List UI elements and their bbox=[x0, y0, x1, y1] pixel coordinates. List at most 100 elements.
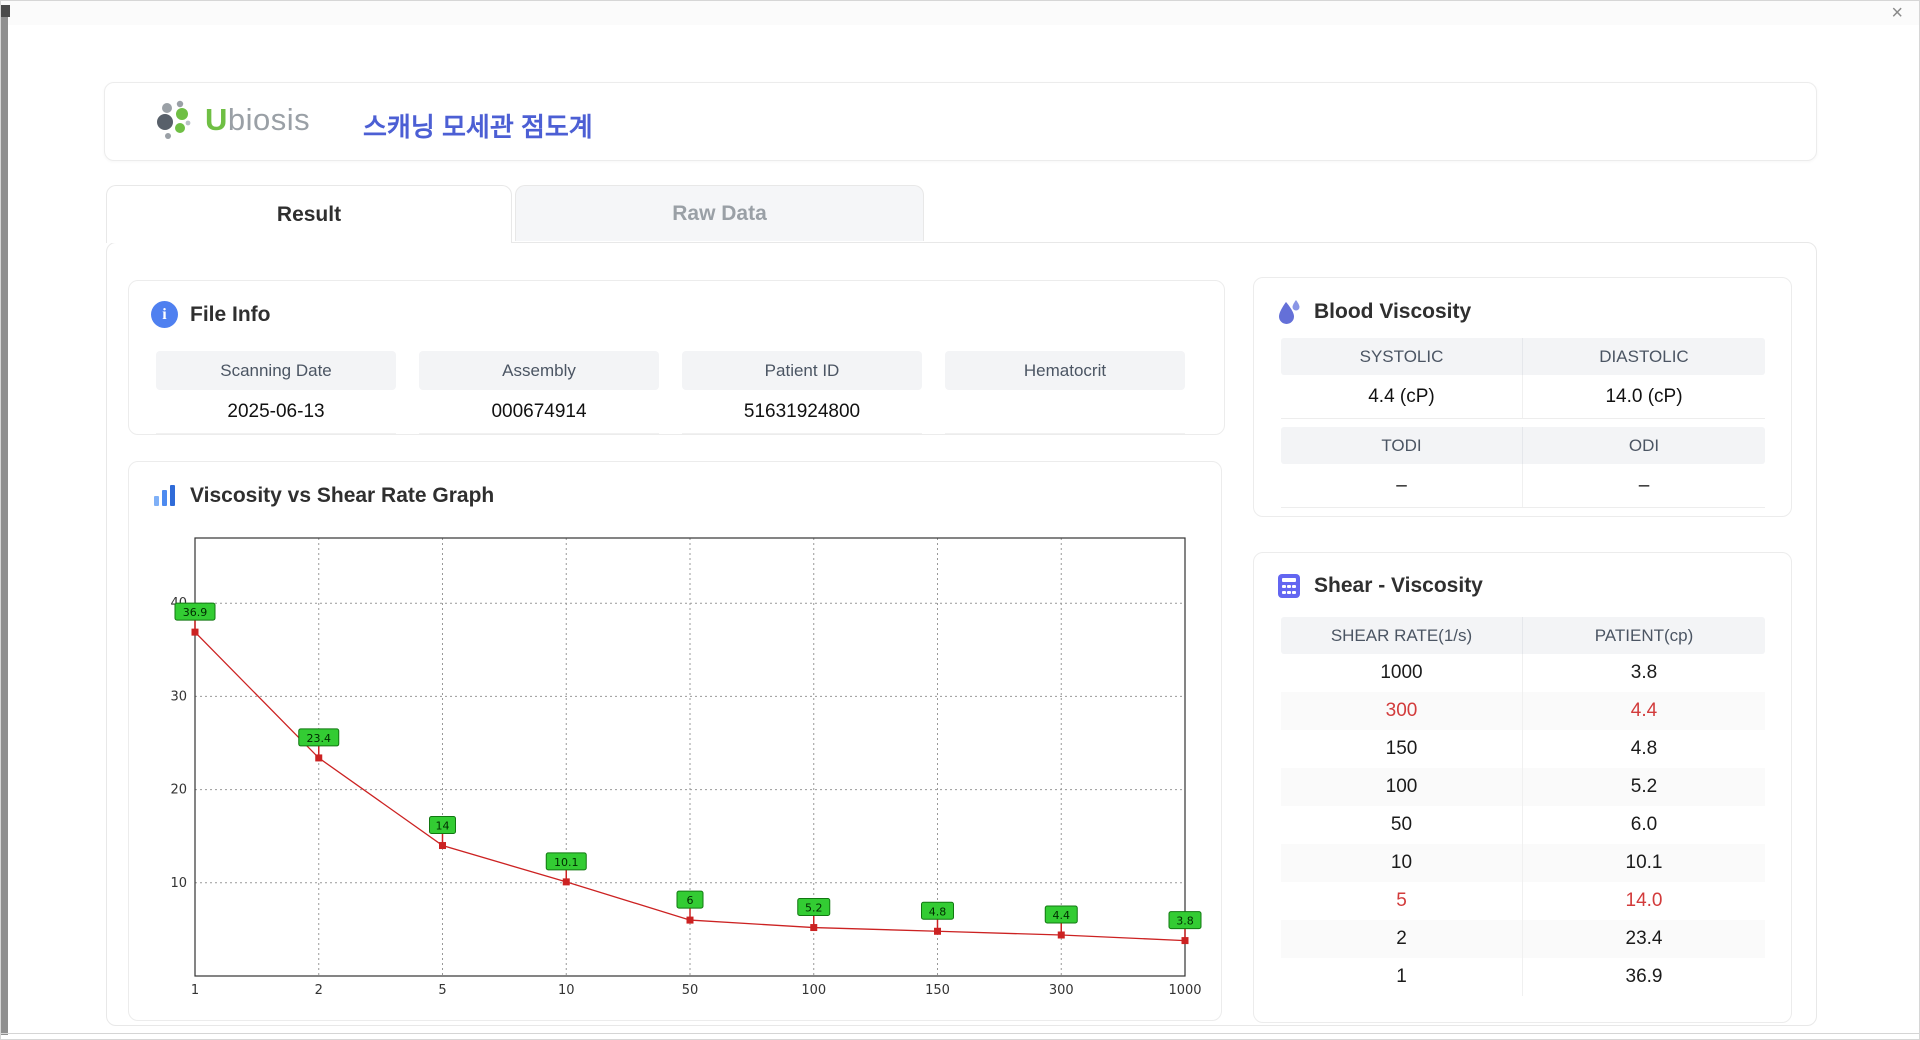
patient-cell: 4.8 bbox=[1523, 730, 1765, 768]
file-info-title: File Info bbox=[190, 303, 271, 327]
shear-rate-column-header: SHEAR RATE(1/s) bbox=[1281, 617, 1523, 654]
shear-rate-cell: 1000 bbox=[1281, 654, 1523, 692]
logo-rest: biosis bbox=[228, 102, 310, 137]
result-panel: i File Info Scanning Date 2025-06-13 Ass… bbox=[106, 242, 1817, 1026]
systolic-header: SYSTOLIC bbox=[1281, 338, 1523, 375]
blood-viscosity-card: Blood Viscosity SYSTOLIC DIASTOLIC 4.4 (… bbox=[1253, 277, 1792, 517]
svg-text:10.1: 10.1 bbox=[554, 856, 579, 869]
tab-result[interactable]: Result bbox=[106, 185, 512, 243]
svg-text:1000: 1000 bbox=[1168, 983, 1201, 998]
svg-text:50: 50 bbox=[682, 983, 699, 998]
window-bottom-edge bbox=[1, 1033, 1919, 1034]
tab-raw-data[interactable]: Raw Data bbox=[515, 185, 924, 241]
svg-text:100: 100 bbox=[801, 983, 826, 998]
table-row: 506.0 bbox=[1281, 806, 1765, 844]
odi-header: ODI bbox=[1523, 427, 1765, 464]
logo-u: U bbox=[205, 102, 228, 137]
patient-column-header: PATIENT(cp) bbox=[1523, 617, 1765, 654]
field-value bbox=[945, 390, 1185, 434]
patient-cell: 6.0 bbox=[1523, 806, 1765, 844]
shear-rate-cell: 100 bbox=[1281, 768, 1523, 806]
svg-text:10: 10 bbox=[170, 876, 187, 891]
shear-viscosity-title: Shear - Viscosity bbox=[1314, 574, 1483, 598]
shear-rate-cell: 300 bbox=[1281, 692, 1523, 730]
svg-text:6: 6 bbox=[687, 894, 694, 907]
calculator-icon bbox=[1276, 573, 1302, 599]
table-row: 1005.2 bbox=[1281, 768, 1765, 806]
bar-chart-icon bbox=[151, 482, 178, 509]
odi-value: – bbox=[1523, 464, 1765, 507]
svg-text:20: 20 bbox=[170, 783, 187, 798]
shear-rate-cell: 1 bbox=[1281, 958, 1523, 996]
window-corner-notch bbox=[1, 5, 10, 17]
field-scanning-date: Scanning Date 2025-06-13 bbox=[156, 351, 396, 434]
svg-text:5: 5 bbox=[438, 983, 446, 998]
blood-viscosity-table: SYSTOLIC DIASTOLIC 4.4 (cP) 14.0 (cP) TO… bbox=[1281, 338, 1765, 508]
window-titlebar bbox=[1, 1, 1919, 25]
shear-rate-cell: 10 bbox=[1281, 844, 1523, 882]
info-icon: i bbox=[151, 301, 178, 328]
patient-cell: 3.8 bbox=[1523, 654, 1765, 692]
graph-title: Viscosity vs Shear Rate Graph bbox=[190, 484, 494, 508]
svg-text:23.4: 23.4 bbox=[307, 732, 332, 745]
droplet-icon bbox=[1276, 298, 1302, 326]
logo-text: Ubiosis bbox=[205, 102, 310, 138]
table-row: 3004.4 bbox=[1281, 692, 1765, 730]
shear-table-body: 10003.83004.41504.81005.2506.01010.1514.… bbox=[1281, 654, 1765, 996]
table-row: 223.4 bbox=[1281, 920, 1765, 958]
svg-text:1: 1 bbox=[191, 983, 199, 998]
shear-viscosity-card: Shear - Viscosity SHEAR RATE(1/s) PATIEN… bbox=[1253, 552, 1792, 1023]
svg-text:2: 2 bbox=[315, 983, 323, 998]
todi-value: – bbox=[1281, 464, 1523, 507]
diastolic-header: DIASTOLIC bbox=[1523, 338, 1765, 375]
shear-viscosity-table: SHEAR RATE(1/s) PATIENT(cp) 10003.83004.… bbox=[1281, 617, 1765, 996]
viscosity-chart: 102030401251050100150300100036.923.41410… bbox=[149, 532, 1205, 1004]
svg-text:300: 300 bbox=[1049, 983, 1074, 998]
patient-cell: 5.2 bbox=[1523, 768, 1765, 806]
table-row: 514.0 bbox=[1281, 882, 1765, 920]
shear-rate-cell: 2 bbox=[1281, 920, 1523, 958]
field-label: Assembly bbox=[419, 351, 659, 390]
systolic-value: 4.4 (cP) bbox=[1281, 375, 1523, 418]
svg-text:4.4: 4.4 bbox=[1053, 909, 1071, 922]
field-assembly: Assembly 000674914 bbox=[419, 351, 659, 434]
header-card: Ubiosis 스캐닝 모세관 점도계 bbox=[104, 82, 1817, 161]
table-row: 1010.1 bbox=[1281, 844, 1765, 882]
patient-cell: 14.0 bbox=[1523, 882, 1765, 920]
app-logo: Ubiosis bbox=[153, 97, 310, 143]
svg-text:36.9: 36.9 bbox=[183, 606, 208, 619]
field-label: Scanning Date bbox=[156, 351, 396, 390]
logo-dots-icon bbox=[153, 97, 195, 143]
viscosity-graph-card: Viscosity vs Shear Rate Graph 1020304012… bbox=[128, 461, 1222, 1021]
svg-text:150: 150 bbox=[925, 983, 950, 998]
diastolic-value: 14.0 (cP) bbox=[1523, 375, 1765, 418]
patient-cell: 23.4 bbox=[1523, 920, 1765, 958]
field-label: Patient ID bbox=[682, 351, 922, 390]
field-label: Hematocrit bbox=[945, 351, 1185, 390]
shear-table-header: SHEAR RATE(1/s) PATIENT(cp) bbox=[1281, 617, 1765, 654]
todi-header: TODI bbox=[1281, 427, 1523, 464]
svg-text:30: 30 bbox=[170, 689, 187, 704]
field-value: 2025-06-13 bbox=[156, 390, 396, 434]
window-left-edge bbox=[1, 7, 8, 1035]
file-info-fields: Scanning Date 2025-06-13 Assembly 000674… bbox=[156, 351, 1185, 434]
patient-cell: 10.1 bbox=[1523, 844, 1765, 882]
svg-text:3.8: 3.8 bbox=[1176, 915, 1194, 928]
svg-text:4.8: 4.8 bbox=[929, 905, 947, 918]
table-row: 136.9 bbox=[1281, 958, 1765, 996]
table-row: 1504.8 bbox=[1281, 730, 1765, 768]
patient-cell: 36.9 bbox=[1523, 958, 1765, 996]
close-icon[interactable]: × bbox=[1891, 2, 1903, 24]
file-info-card: i File Info Scanning Date 2025-06-13 Ass… bbox=[128, 280, 1225, 435]
table-row: 10003.8 bbox=[1281, 654, 1765, 692]
patient-cell: 4.4 bbox=[1523, 692, 1765, 730]
chart-svg: 102030401251050100150300100036.923.41410… bbox=[149, 532, 1205, 1004]
svg-text:14: 14 bbox=[436, 820, 450, 833]
field-patient-id: Patient ID 51631924800 bbox=[682, 351, 922, 434]
field-value: 51631924800 bbox=[682, 390, 922, 434]
shear-rate-cell: 150 bbox=[1281, 730, 1523, 768]
field-value: 000674914 bbox=[419, 390, 659, 434]
svg-text:5.2: 5.2 bbox=[805, 902, 823, 915]
shear-rate-cell: 50 bbox=[1281, 806, 1523, 844]
svg-text:10: 10 bbox=[558, 983, 575, 998]
